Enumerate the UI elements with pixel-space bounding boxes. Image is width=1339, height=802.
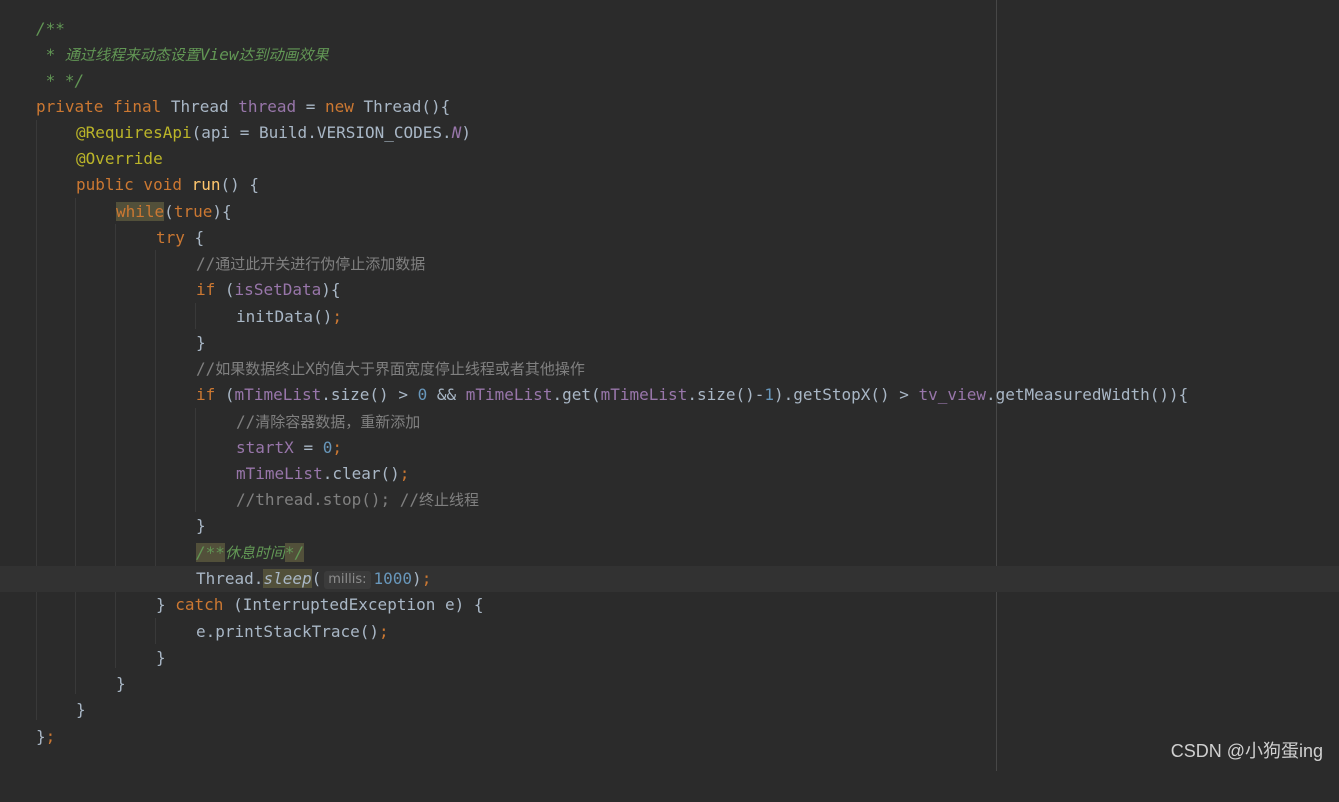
code-text: @Override xyxy=(76,149,163,168)
code-line[interactable]: } xyxy=(0,330,1339,356)
code-line-current[interactable]: Thread.sleep(millis: 1000); xyxy=(0,566,1339,592)
code-line[interactable]: if (isSetData){ xyxy=(0,277,1339,303)
doc-comment: * 通过线程来动态设置View达到动画效果 xyxy=(36,45,329,64)
line-comment: //如果数据终止X的值大于界面宽度停止线程或者其他操作 xyxy=(196,359,585,378)
line-comment: //清除容器数据，重新添加 xyxy=(236,412,421,431)
code-line[interactable]: //清除容器数据，重新添加 xyxy=(0,409,1339,435)
code-text: } xyxy=(116,674,126,693)
code-text: @RequiresApi(api = Build.VERSION_CODES.N… xyxy=(76,123,471,142)
code-line[interactable]: while(true){ xyxy=(0,199,1339,225)
watermark: CSDN @小狗蛋ing xyxy=(1170,741,1323,761)
code-text: } catch (InterruptedException e) { xyxy=(156,595,484,614)
code-text: initData(); xyxy=(236,307,342,326)
code-line[interactable]: } xyxy=(0,671,1339,697)
code-text: while(true){ xyxy=(116,202,232,221)
code-text: try { xyxy=(156,228,205,247)
code-editor[interactable]: /** * 通过线程来动态设置View达到动画效果 * */ private f… xyxy=(0,0,1339,771)
code-text: } xyxy=(76,700,86,719)
code-line[interactable]: } catch (InterruptedException e) { xyxy=(0,592,1339,618)
code-line[interactable]: initData(); xyxy=(0,304,1339,330)
parameter-hint: millis: xyxy=(324,571,371,589)
doc-comment: /**休息时间*/ xyxy=(196,543,305,562)
code-text: }; xyxy=(36,727,56,746)
code-text: if (mTimeList.size() > 0 && mTimeList.ge… xyxy=(196,385,1189,404)
doc-comment: * */ xyxy=(36,71,85,90)
code-line[interactable]: } xyxy=(0,513,1339,539)
code-line[interactable]: e.printStackTrace(); xyxy=(0,619,1339,645)
code-line[interactable]: } xyxy=(0,697,1339,723)
code-text: private final Thread thread = new Thread… xyxy=(36,97,451,116)
code-line[interactable]: private final Thread thread = new Thread… xyxy=(0,94,1339,120)
code-text: } xyxy=(156,648,166,667)
code-line[interactable]: //如果数据终止X的值大于界面宽度停止线程或者其他操作 xyxy=(0,356,1339,382)
code-line[interactable]: //通过此开关进行伪停止添加数据 xyxy=(0,251,1339,277)
code-line[interactable]: }; xyxy=(0,724,1339,750)
code-text: startX = 0; xyxy=(236,438,342,457)
code-line[interactable]: @Override xyxy=(0,146,1339,172)
code-text: e.printStackTrace(); xyxy=(196,622,389,641)
code-text: mTimeList.clear(); xyxy=(236,464,410,483)
code-text: public void run() { xyxy=(76,175,260,194)
code-text: } xyxy=(196,516,206,535)
doc-comment: /** xyxy=(36,19,65,38)
code-line[interactable]: public void run() { xyxy=(0,172,1339,198)
code-line[interactable]: try { xyxy=(0,225,1339,251)
code-line[interactable]: startX = 0; xyxy=(0,435,1339,461)
code-line[interactable]: * 通过线程来动态设置View达到动画效果 xyxy=(0,42,1339,68)
code-text: if (isSetData){ xyxy=(196,280,341,299)
code-text: Thread.sleep(millis: 1000); xyxy=(196,569,432,589)
code-line[interactable]: if (mTimeList.size() > 0 && mTimeList.ge… xyxy=(0,382,1339,408)
code-line[interactable]: /**休息时间*/ xyxy=(0,540,1339,566)
code-line[interactable]: //thread.stop(); //终止线程 xyxy=(0,487,1339,513)
code-line[interactable]: mTimeList.clear(); xyxy=(0,461,1339,487)
line-comment: //通过此开关进行伪停止添加数据 xyxy=(196,254,426,273)
code-line[interactable]: /** xyxy=(0,16,1339,42)
code-line[interactable]: } xyxy=(0,645,1339,671)
line-comment: //thread.stop(); //终止线程 xyxy=(236,490,480,509)
code-text: } xyxy=(196,333,206,352)
code-line[interactable]: @RequiresApi(api = Build.VERSION_CODES.N… xyxy=(0,120,1339,146)
code-line[interactable]: * */ xyxy=(0,68,1339,94)
